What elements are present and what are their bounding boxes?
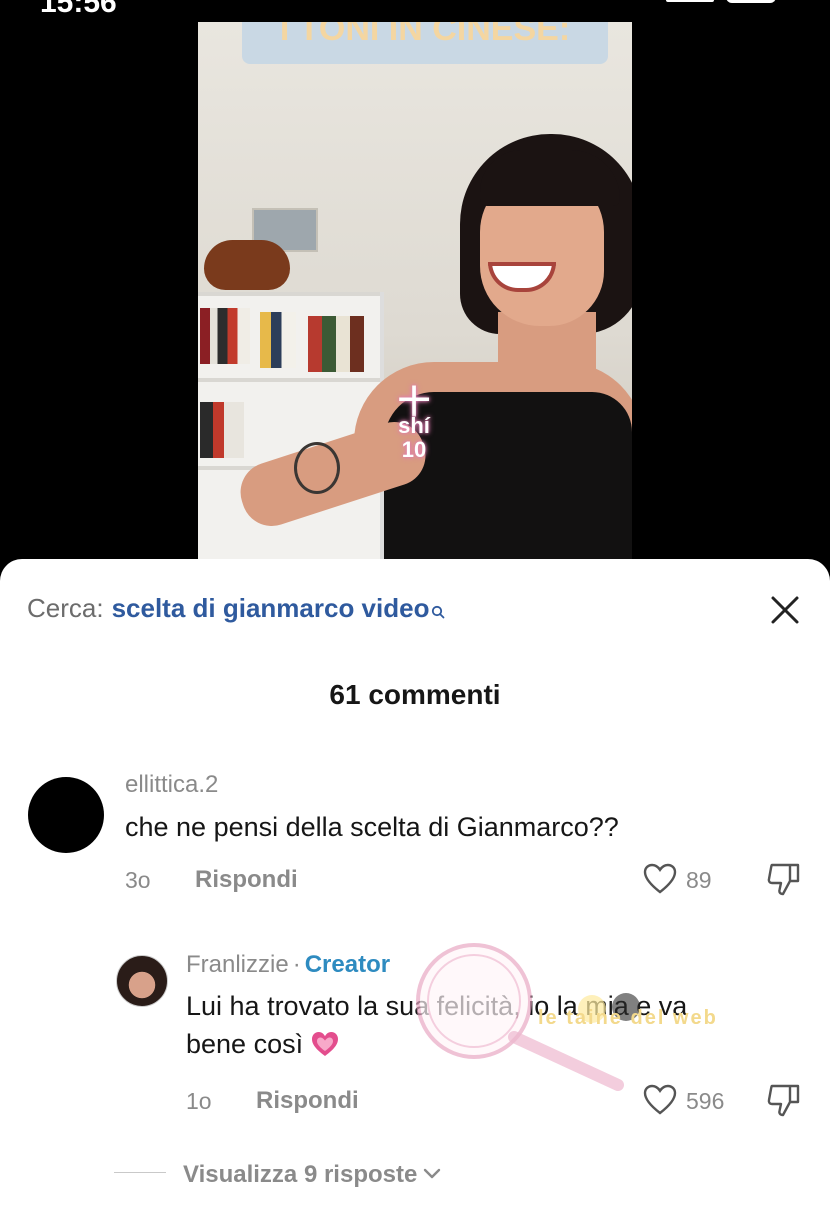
reply-time: 1o — [186, 1088, 212, 1114]
dislike-icon[interactable] — [766, 861, 802, 897]
avatar[interactable] — [116, 955, 168, 1007]
heart-icon[interactable] — [643, 863, 677, 895]
close-button[interactable] — [770, 595, 800, 625]
person-bangs — [480, 150, 620, 206]
comment-count: 61 commenti — [329, 679, 501, 710]
search-term-link[interactable]: scelta di gianmarco video — [112, 593, 430, 623]
reply-username[interactable]: Franlizzie — [186, 951, 289, 978]
comment-text: che ne pensi della scelta di Gianmarco?? — [125, 812, 619, 842]
search-suggestion[interactable]: Cerca: scelta di gianmarco video — [27, 593, 445, 624]
status-icons — [666, 0, 776, 10]
video-title-overlay: I TONI IN CINESE: — [242, 22, 608, 64]
watermark-banner: le taine del web — [538, 1007, 718, 1029]
replies-divider — [114, 1172, 166, 1173]
username-separator: · — [292, 951, 301, 978]
violin — [204, 240, 290, 290]
search-label: Cerca: — [27, 593, 104, 623]
dislike-icon[interactable] — [766, 1082, 802, 1118]
tone-caption: 十 shí 10 — [398, 384, 431, 462]
reply-button[interactable]: Rispondi — [195, 866, 298, 894]
signal-icon — [666, 0, 714, 2]
avatar[interactable] — [28, 777, 104, 853]
video-player[interactable]: I TONI IN CINESE: 十 shí 10 — [198, 22, 632, 582]
tone-number: 10 — [401, 437, 427, 462]
chevron-down-icon — [423, 1159, 441, 1179]
battery-icon — [726, 0, 776, 3]
pink-heart-emoji-icon — [311, 1029, 339, 1056]
search-icon — [431, 595, 445, 619]
status-time: 15:56 — [40, 0, 117, 19]
comment-username[interactable]: ellittica.2 — [125, 771, 218, 799]
tone-character: 十 — [398, 384, 431, 420]
tone-pinyin: shí — [398, 413, 430, 438]
comment-time: 3o — [125, 867, 151, 893]
reply-username-row: Franlizzie · Creator — [186, 951, 390, 979]
view-replies-label: Visualizza 9 risposte — [183, 1161, 418, 1188]
creator-badge: Creator — [304, 951, 391, 978]
tattoo — [294, 442, 340, 494]
like-count: 89 — [686, 867, 712, 893]
reply-button[interactable]: Rispondi — [256, 1087, 359, 1115]
like-count: 596 — [686, 1088, 725, 1114]
close-icon — [771, 596, 799, 624]
comments-sheet: Cerca: scelta di gianmarco video 61 comme… — [0, 559, 830, 1219]
view-replies-button[interactable]: Visualizza 9 risposte — [183, 1159, 441, 1189]
